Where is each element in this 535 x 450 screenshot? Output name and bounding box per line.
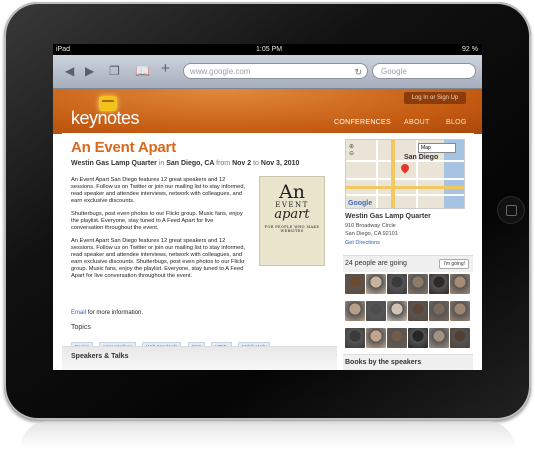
get-directions-link[interactable]: Get Directions xyxy=(345,240,380,246)
map-street xyxy=(376,140,378,208)
book-cover-line: FOR PEOPLE WHO MAKE WEBSITES xyxy=(264,225,320,233)
avatar[interactable] xyxy=(345,301,365,321)
page-title: An Event Apart xyxy=(71,139,176,156)
avatar[interactable] xyxy=(366,328,386,348)
topics-heading: Topics xyxy=(71,324,91,331)
back-arrow-icon[interactable]: ◀ xyxy=(65,64,74,78)
avatar[interactable] xyxy=(450,274,470,294)
end-date: Nov 3, 2010 xyxy=(260,160,300,167)
avatar[interactable] xyxy=(408,301,428,321)
attendee-avatars xyxy=(345,274,471,355)
avatar[interactable] xyxy=(387,301,407,321)
nav-about[interactable]: ABOUT xyxy=(404,119,430,126)
map-street xyxy=(346,194,464,196)
map-street xyxy=(346,178,464,180)
site-logo[interactable]: keynotes xyxy=(71,108,140,129)
search-input[interactable]: Google xyxy=(372,63,476,79)
avatar[interactable] xyxy=(387,274,407,294)
site-header: keynotes Log In or Sign Up CONFERENCES A… xyxy=(53,89,482,134)
avatar[interactable] xyxy=(450,301,470,321)
email-rest: for more information. xyxy=(87,310,144,316)
status-bar: iPad 1:05 PM 92 % xyxy=(53,44,482,55)
speakers-section: Speakers & Talks xyxy=(62,346,337,370)
auth-separator: or xyxy=(429,95,436,101)
avatar[interactable] xyxy=(345,274,365,294)
attendees-header: 24 people are going I'm going! xyxy=(343,255,473,272)
map-freeway xyxy=(391,140,395,208)
home-button[interactable] xyxy=(497,196,525,224)
avatar[interactable] xyxy=(408,274,428,294)
bookmarks-icon[interactable]: 📖 xyxy=(135,64,150,78)
avatar[interactable] xyxy=(366,301,386,321)
device-reflection xyxy=(20,421,515,449)
books-heading: Books by the speakers xyxy=(345,359,422,366)
url-text: www.google.com xyxy=(190,67,251,76)
event-card: An Event Apart Westin Gas Lamp Quarter i… xyxy=(62,133,474,370)
login-link[interactable]: Log In xyxy=(412,95,429,101)
book-cover-line: An xyxy=(279,181,305,203)
to-text: to xyxy=(253,160,259,167)
start-date: Nov 2 xyxy=(232,160,252,167)
speakers-heading: Speakers & Talks xyxy=(71,353,129,360)
venue-address: San Diego, CA 92101 xyxy=(345,231,398,237)
avatar[interactable] xyxy=(450,328,470,348)
reload-icon[interactable]: ↻ xyxy=(354,64,362,80)
books-section: Books by the speakers xyxy=(343,354,473,370)
signup-link[interactable]: Sign Up xyxy=(437,95,458,101)
book-cover-image: An EVENT apart FOR PEOPLE WHO MAKE WEBSI… xyxy=(259,176,325,266)
screen: iPad 1:05 PM 92 % ◀ ▶ ❐ 📖 + www.google.c… xyxy=(53,44,482,370)
avatar[interactable] xyxy=(387,328,407,348)
avatar[interactable] xyxy=(345,328,365,348)
auth-box: Log In or Sign Up xyxy=(404,92,466,104)
carrier-label: iPad xyxy=(56,46,71,53)
from-text: from xyxy=(216,160,231,167)
clock: 1:05 PM xyxy=(256,46,283,53)
email-line: Email for more information. xyxy=(71,310,143,316)
tabs-icon[interactable]: ❐ xyxy=(109,64,120,78)
map-city-label: San Diego xyxy=(404,154,439,161)
description-paragraph: An Event Apart San Diego features 12 gre… xyxy=(71,238,246,280)
avatar[interactable] xyxy=(429,301,449,321)
venue-link[interactable]: Westin Gas Lamp Quarter xyxy=(71,160,157,167)
avatar[interactable] xyxy=(408,328,428,348)
attendee-count: 24 people are going xyxy=(345,260,407,267)
avatar[interactable] xyxy=(429,328,449,348)
book-cover-line: apart xyxy=(274,207,310,222)
avatar[interactable] xyxy=(366,274,386,294)
im-going-button[interactable]: I'm going! xyxy=(439,259,469,269)
nav-blog[interactable]: BLOG xyxy=(446,119,467,126)
in-text: in xyxy=(158,160,165,167)
battery-label: 92 % xyxy=(462,46,478,53)
email-link[interactable]: Email xyxy=(71,310,86,316)
browser-toolbar: ◀ ▶ ❐ 📖 + www.google.com ↻ Google xyxy=(53,55,482,89)
venue-map[interactable]: ⊕ ⊖ Map San Diego Google xyxy=(345,139,465,209)
forward-arrow-icon[interactable]: ▶ xyxy=(85,64,94,78)
map-type-select[interactable]: Map xyxy=(418,143,456,153)
city-link[interactable]: San Diego, CA xyxy=(166,160,214,167)
description-paragraph: Shutterbugs, post even photos to our Fli… xyxy=(71,211,243,232)
map-freeway xyxy=(346,186,464,189)
camera-icon xyxy=(265,18,271,24)
add-icon[interactable]: + xyxy=(161,60,170,77)
venue-address: 910 Broadway Circle xyxy=(345,223,396,229)
venue-name: Westin Gas Lamp Quarter xyxy=(345,213,431,220)
google-logo: Google xyxy=(348,200,373,207)
description-paragraph: An Event Apart San Diego features 12 gre… xyxy=(71,177,246,205)
map-pin-icon[interactable] xyxy=(399,162,411,174)
map-zoom-icon[interactable]: ⊕ ⊖ xyxy=(349,143,354,157)
address-bar[interactable]: www.google.com ↻ xyxy=(183,63,368,79)
avatar[interactable] xyxy=(429,274,449,294)
nav-conferences[interactable]: CONFERENCES xyxy=(334,119,391,126)
event-subtitle: Westin Gas Lamp Quarter in San Diego, CA… xyxy=(71,160,299,167)
